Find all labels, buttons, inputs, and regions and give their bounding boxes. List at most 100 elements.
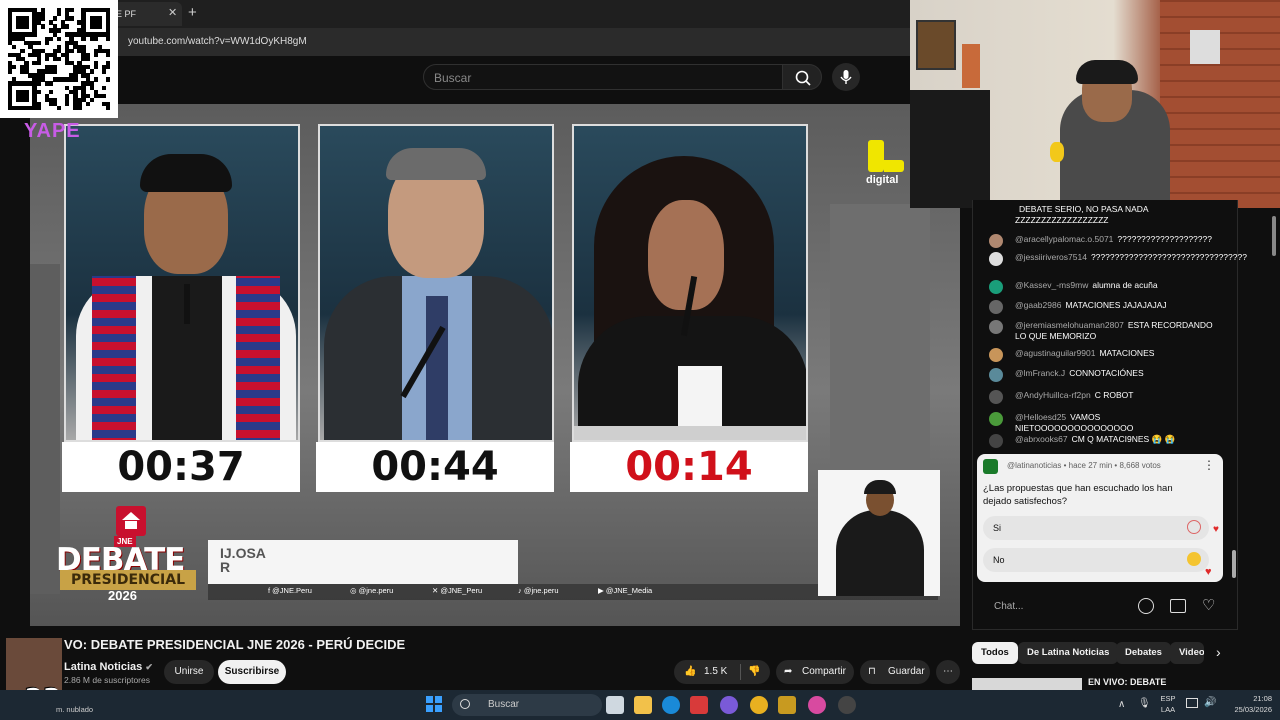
chevron-right-icon[interactable]: › bbox=[1216, 644, 1221, 660]
join-button[interactable]: Unirse bbox=[164, 660, 214, 684]
mic-icon bbox=[840, 70, 852, 84]
chrome-icon[interactable] bbox=[750, 696, 768, 714]
like-count[interactable]: 1.5 K bbox=[704, 660, 727, 684]
new-tab-icon[interactable]: + bbox=[188, 4, 197, 21]
share-button[interactable]: ➦ Compartir bbox=[776, 660, 854, 684]
taskbar-search[interactable]: Buscar bbox=[452, 694, 602, 716]
search-icon bbox=[460, 699, 470, 709]
timer-candidate-2: 00:44 bbox=[316, 442, 554, 492]
chip-todos[interactable]: Todos bbox=[972, 642, 1018, 664]
chat-author[interactable]: @abrxooks67 bbox=[1015, 434, 1068, 444]
qr-module bbox=[48, 81, 54, 86]
like-icon[interactable]: 👍 bbox=[684, 660, 696, 684]
chat-author[interactable]: @Kassev_-ms9mw bbox=[1015, 280, 1088, 290]
chat-text: MATACIONES bbox=[1099, 348, 1155, 358]
heart-icon[interactable]: ♡ bbox=[1202, 596, 1215, 614]
laugh-emoji-icon bbox=[1187, 552, 1201, 566]
clock-time[interactable]: 21:08 bbox=[1222, 694, 1272, 703]
address-bar[interactable]: youtube.com/watch?v=WW1dOyKH8gM bbox=[0, 28, 910, 56]
qr-module bbox=[93, 52, 99, 58]
save-button[interactable]: ⊓ Guardar bbox=[860, 660, 930, 684]
video-player[interactable]: 00:37 00:44 00:14 digital JNE DEBATE PRE… bbox=[30, 104, 960, 626]
voice-search-button[interactable] bbox=[832, 63, 860, 91]
chat-author[interactable]: @AndyHuillca-rf2pn bbox=[1015, 390, 1091, 400]
chip-de-latina-noticias[interactable]: De Latina Noticias bbox=[1018, 642, 1119, 664]
windows-start-icon[interactable] bbox=[426, 696, 442, 712]
chat-message: @lmFranck.J CONNOTACIÓNES bbox=[989, 368, 1219, 382]
candidate-3-face bbox=[648, 200, 724, 310]
chip-debates[interactable]: Debates bbox=[1116, 642, 1171, 664]
chat-author[interactable]: @aracellypalomac.o.5071 bbox=[1015, 234, 1113, 244]
tab-close-icon[interactable]: ✕ bbox=[168, 6, 177, 19]
app-icon-4[interactable] bbox=[808, 696, 826, 714]
youtube-header: Buscar bbox=[0, 56, 910, 100]
subscribe-button[interactable]: Suscribirse bbox=[218, 660, 286, 684]
chat-avatar[interactable] bbox=[989, 434, 1003, 448]
app-icon-5[interactable] bbox=[838, 696, 856, 714]
lang-top[interactable]: ESP bbox=[1158, 694, 1178, 703]
search-button[interactable] bbox=[782, 64, 822, 90]
chat-avatar[interactable] bbox=[989, 252, 1003, 266]
edge-icon[interactable] bbox=[662, 696, 680, 714]
qr-module bbox=[89, 69, 94, 74]
channel-name[interactable]: Latina Noticias ✔ bbox=[64, 661, 153, 673]
qr-module bbox=[105, 105, 111, 111]
volume-icon[interactable]: 🔊 bbox=[1204, 697, 1216, 708]
chat-text: MATACIONES JAJAJAJAJ bbox=[1065, 300, 1167, 310]
chat-author[interactable]: @agustinaguilar9901 bbox=[1015, 348, 1095, 358]
social-youtube: ▶ @JNE_Media bbox=[598, 586, 653, 595]
emoji-icon[interactable] bbox=[1138, 598, 1154, 614]
related-video-title[interactable]: EN VIVO: DEBATE bbox=[1088, 677, 1166, 687]
app-icon-2[interactable] bbox=[720, 696, 738, 714]
chat-author[interactable]: @jeremiasmelohuaman2807 bbox=[1015, 320, 1124, 330]
streamer-webcam bbox=[910, 0, 1280, 208]
poll-option-label: No bbox=[993, 555, 1005, 565]
chat-avatar[interactable] bbox=[989, 280, 1003, 294]
chat-avatar[interactable] bbox=[989, 390, 1003, 404]
mic-tray-icon[interactable]: 🎙 bbox=[1138, 698, 1151, 709]
chat-author[interactable]: @Helloesd25 bbox=[1015, 412, 1066, 422]
candidate-1-microphone bbox=[184, 284, 190, 324]
qr-module bbox=[65, 101, 70, 107]
page-scrollbar[interactable] bbox=[1272, 216, 1276, 256]
lang-bottom[interactable]: LAA bbox=[1158, 705, 1178, 714]
chat-message: DEBATE SERIO, NO PASA NADA ZZZZZZZZZZZZZ… bbox=[989, 204, 1219, 226]
chat-author[interactable]: @jessiiriveros7514 bbox=[1015, 252, 1087, 262]
chat-avatar[interactable] bbox=[989, 300, 1003, 314]
app-icon-3[interactable] bbox=[778, 696, 796, 714]
chat-avatar[interactable] bbox=[989, 348, 1003, 362]
url-text[interactable]: youtube.com/watch?v=WW1dOyKH8gM bbox=[128, 36, 307, 47]
app-icon-1[interactable] bbox=[690, 696, 708, 714]
related-video-thumbnail[interactable] bbox=[972, 678, 1082, 690]
more-actions-button[interactable]: ⋯ bbox=[936, 660, 960, 684]
task-view-icon[interactable] bbox=[606, 696, 624, 714]
file-explorer-icon[interactable] bbox=[634, 696, 652, 714]
share-icon: ➦ bbox=[784, 666, 793, 677]
chat-author[interactable]: @lmFranck.J bbox=[1015, 368, 1065, 378]
qr-module bbox=[77, 105, 82, 111]
chat-text: DEBATE SERIO, NO PASA NADA ZZZZZZZZZZZZZ… bbox=[1015, 204, 1149, 225]
chat-avatar[interactable] bbox=[989, 412, 1003, 426]
super-chat-icon[interactable] bbox=[1170, 599, 1186, 613]
chat-input[interactable]: Chat... bbox=[984, 594, 1164, 620]
qr-module bbox=[52, 16, 58, 21]
qr-module bbox=[12, 44, 17, 50]
dislike-icon[interactable]: 👎 bbox=[748, 660, 760, 684]
chat-scrollbar[interactable] bbox=[1232, 550, 1236, 578]
poll-option-si[interactable]: Si bbox=[983, 516, 1209, 540]
qr-module bbox=[101, 69, 107, 74]
tray-chevron-icon[interactable]: ∧ bbox=[1118, 699, 1125, 710]
poll-option-no[interactable]: No bbox=[983, 548, 1209, 572]
chat-avatar[interactable] bbox=[989, 368, 1003, 382]
more-vert-icon[interactable]: ⋮ bbox=[1203, 458, 1215, 472]
chat-avatar[interactable] bbox=[989, 234, 1003, 248]
poll-option-label: Si bbox=[993, 523, 1002, 533]
qr-module bbox=[81, 36, 86, 41]
clock-date[interactable]: 25/03/2026 bbox=[1222, 705, 1272, 714]
jne-logo bbox=[116, 506, 146, 536]
network-icon[interactable] bbox=[1186, 698, 1198, 708]
search-input[interactable]: Buscar bbox=[423, 64, 783, 90]
chat-author[interactable]: @gaab2986 bbox=[1015, 300, 1061, 310]
chip-video[interactable]: Video bbox=[1170, 642, 1204, 664]
chat-avatar[interactable] bbox=[989, 320, 1003, 334]
